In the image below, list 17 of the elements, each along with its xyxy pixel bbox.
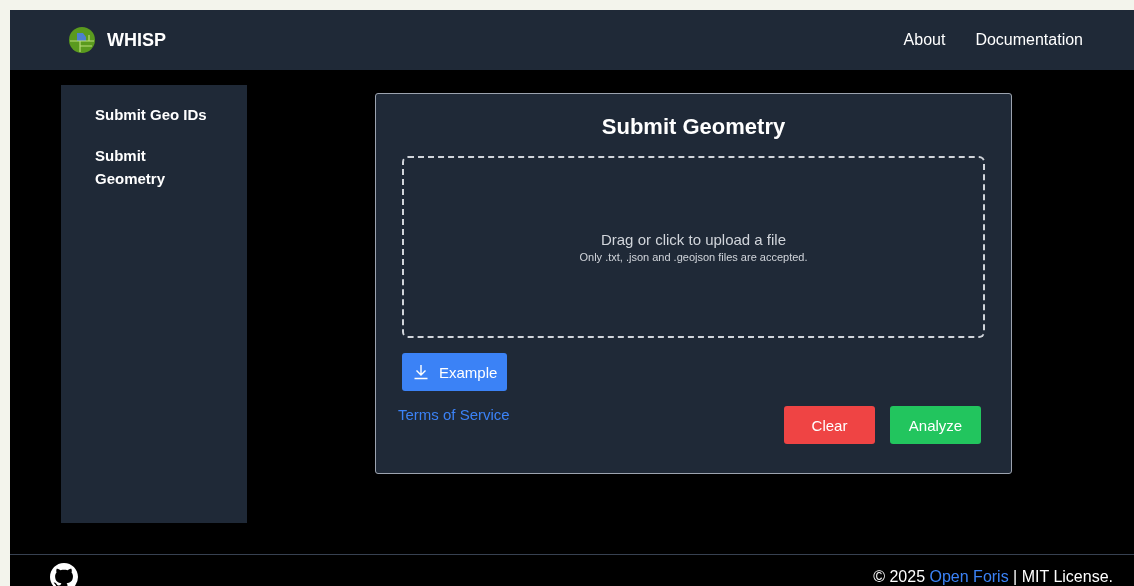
github-icon[interactable] — [50, 563, 78, 586]
terms-link[interactable]: Terms of Service — [398, 406, 510, 423]
upload-prompt: Drag or click to upload a file — [600, 231, 787, 248]
globe-map-icon — [68, 26, 96, 54]
open-foris-link[interactable]: Open Foris — [929, 568, 1009, 585]
brand-name: WHISP — [107, 29, 166, 51]
download-icon — [413, 364, 429, 380]
nav-link[interactable]: Documentation — [975, 31, 1083, 49]
upload-dropzone[interactable]: Drag or click to upload a file Only .txt, .json and .geojson files are accepted. — [402, 156, 985, 338]
example-button[interactable]: Example — [402, 353, 508, 391]
clear-button[interactable]: Clear — [784, 406, 875, 444]
sidebar-item[interactable]: Submit Geometry — [95, 144, 215, 190]
nav-link[interactable]: About — [903, 31, 946, 49]
copyright-text: © 2025 Open Foris | MIT License. — [873, 567, 1113, 586]
form-title: Submit Geometry — [600, 114, 787, 140]
upload-hint: Only .txt, .json and .geojson files are accepted. — [579, 251, 808, 263]
sidebar-item[interactable]: Submit Geo IDs — [95, 103, 215, 126]
